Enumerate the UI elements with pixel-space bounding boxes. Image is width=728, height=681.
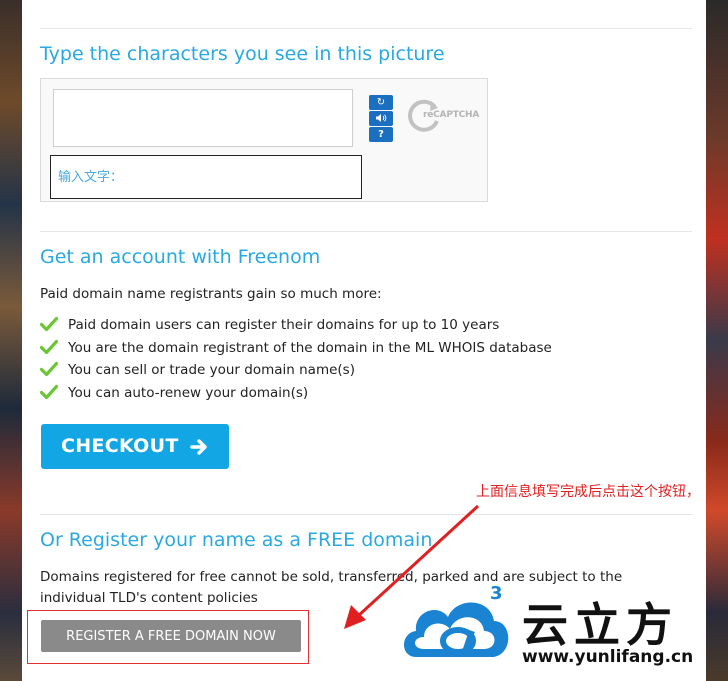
logo-name: 云立方 — [522, 598, 678, 652]
checkmark-icon — [40, 361, 58, 377]
cloud-logo-icon — [404, 602, 509, 657]
refresh-icon: ↻ — [376, 97, 386, 108]
free-domain-heading: Or Register your name as a FREE domain — [40, 529, 433, 551]
annotation-note: 上面信息填写完成后点击这个按钮， — [476, 484, 700, 500]
account-heading: Get an account with Freenom — [40, 246, 321, 268]
arrow-right-icon — [190, 439, 207, 455]
checkmark-icon — [40, 384, 58, 399]
main-panel: Type the characters you see in this pict… — [22, 0, 706, 681]
audio-captcha-button[interactable] — [369, 111, 393, 126]
register-free-domain-button[interactable]: REGISTER A FREE DOMAIN NOW — [41, 620, 301, 652]
captcha-response-input[interactable] — [50, 155, 362, 199]
speaker-icon — [376, 114, 387, 122]
divider — [40, 28, 692, 29]
benefit-label: Paid domain users can register their dom… — [68, 317, 500, 333]
recaptcha-logo: reCAPTCHA — [407, 99, 481, 135]
benefit-label: You are the domain registrant of the dom… — [68, 339, 552, 356]
background-photo-right — [706, 0, 728, 681]
checkmark-icon — [40, 316, 58, 332]
watermark-logo: 3 云立方 www.yunlifang.cn — [398, 583, 708, 681]
help-captcha-button[interactable]: ? — [369, 127, 393, 142]
refresh-captcha-button[interactable]: ↻ — [369, 95, 393, 110]
background-photo-left — [0, 0, 22, 681]
captcha-image — [53, 89, 353, 147]
logo-url: www.yunlifang.cn — [522, 647, 694, 667]
checkmark-icon — [40, 339, 58, 354]
divider — [40, 231, 692, 232]
checkout-label: CHECKOUT — [61, 435, 179, 457]
help-icon: ? — [378, 129, 384, 140]
checkout-button[interactable]: CHECKOUT — [41, 424, 229, 469]
captcha-heading: Type the characters you see in this pict… — [40, 43, 445, 65]
captcha-widget: ↻ ? reCAPTCHA — [40, 78, 488, 202]
account-intro: Paid domain name registrants gain so muc… — [40, 286, 382, 302]
logo-superscript: 3 — [490, 583, 503, 604]
benefit-label: You can sell or trade your domain name(s… — [68, 362, 355, 378]
divider — [40, 514, 692, 515]
benefit-label: You can auto-renew your domain(s) — [68, 384, 309, 401]
recaptcha-label: reCAPTCHA — [423, 110, 480, 120]
